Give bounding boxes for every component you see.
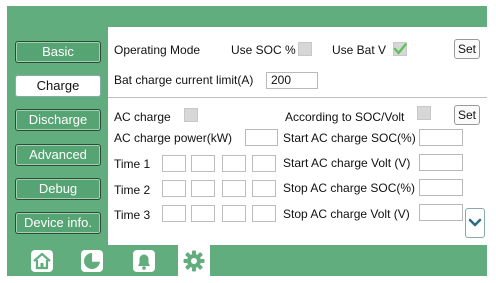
bell-icon[interactable] xyxy=(132,249,156,273)
sidebar: Basic Charge Discharge Advanced Debug De… xyxy=(7,27,108,245)
time-1-end-hour[interactable] xyxy=(222,155,246,172)
ac-charge-checkbox[interactable] xyxy=(184,108,198,122)
pie-chart-icon[interactable] xyxy=(80,249,104,273)
operating-mode-label: Operating Mode xyxy=(114,43,201,57)
start-ac-charge-soc-label: Start AC charge SOC(%) xyxy=(283,131,416,145)
sidebar-item-advanced[interactable]: Advanced xyxy=(15,144,101,166)
sidebar-item-device-info[interactable]: Device info. xyxy=(15,212,101,234)
operating-mode-set-button[interactable]: Set xyxy=(454,39,480,59)
top-bar xyxy=(7,6,487,27)
stop-ac-charge-soc-label: Stop AC charge SOC(%) xyxy=(283,181,416,195)
scroll-down-button[interactable] xyxy=(465,208,485,238)
use-soc-label: Use SOC % xyxy=(231,43,296,57)
ac-charge-power-input[interactable] xyxy=(245,129,278,146)
start-ac-charge-volt-label: Start AC charge Volt (V) xyxy=(283,156,411,170)
time-2-start-minute[interactable] xyxy=(191,180,215,197)
time-3-label: Time 3 xyxy=(114,208,151,222)
home-icon[interactable] xyxy=(30,249,54,273)
according-soc-volt-checkbox[interactable] xyxy=(417,106,431,120)
sidebar-item-basic[interactable]: Basic xyxy=(15,41,101,63)
time-3-start-minute[interactable] xyxy=(191,205,215,222)
sidebar-item-debug[interactable]: Debug xyxy=(15,178,101,200)
use-bat-v-label: Use Bat V xyxy=(332,43,387,57)
ac-charge-label: AC charge xyxy=(114,110,171,124)
time-3-start-hour[interactable] xyxy=(162,205,186,222)
checkmark-icon xyxy=(393,43,407,55)
stop-ac-charge-volt-label: Stop AC charge Volt (V) xyxy=(283,207,410,221)
bat-charge-limit-input[interactable]: 200 xyxy=(266,72,318,89)
section-divider xyxy=(108,97,487,98)
stop-ac-charge-volt-input[interactable] xyxy=(419,204,463,221)
sidebar-item-charge[interactable]: Charge xyxy=(15,75,101,97)
bottom-nav-bar xyxy=(7,245,487,276)
use-bat-v-checkbox[interactable] xyxy=(393,42,407,56)
time-3-end-hour[interactable] xyxy=(222,205,246,222)
time-1-label: Time 1 xyxy=(114,157,151,171)
tab-settings[interactable] xyxy=(178,245,210,276)
bat-charge-limit-label: Bat charge current limit(A) xyxy=(114,73,254,87)
gear-icon xyxy=(183,250,205,272)
time-1-start-minute[interactable] xyxy=(191,155,215,172)
time-2-end-hour[interactable] xyxy=(222,180,246,197)
time-1-start-hour[interactable] xyxy=(162,155,186,172)
ac-charge-power-label: AC charge power(kW) xyxy=(114,131,233,145)
time-2-end-minute[interactable] xyxy=(252,180,276,197)
ac-charge-set-button[interactable]: Set xyxy=(454,105,480,125)
time-2-label: Time 2 xyxy=(114,183,151,197)
chevron-down-icon xyxy=(468,218,482,227)
time-3-end-minute[interactable] xyxy=(252,205,276,222)
use-soc-checkbox[interactable] xyxy=(298,42,312,56)
according-soc-volt-label: According to SOC/Volt xyxy=(285,110,405,124)
stop-ac-charge-soc-input[interactable] xyxy=(419,179,463,196)
time-1-end-minute[interactable] xyxy=(252,155,276,172)
time-2-start-hour[interactable] xyxy=(162,180,186,197)
start-ac-charge-soc-input[interactable] xyxy=(419,129,463,146)
sidebar-item-discharge[interactable]: Discharge xyxy=(15,109,101,131)
start-ac-charge-volt-input[interactable] xyxy=(419,154,463,171)
